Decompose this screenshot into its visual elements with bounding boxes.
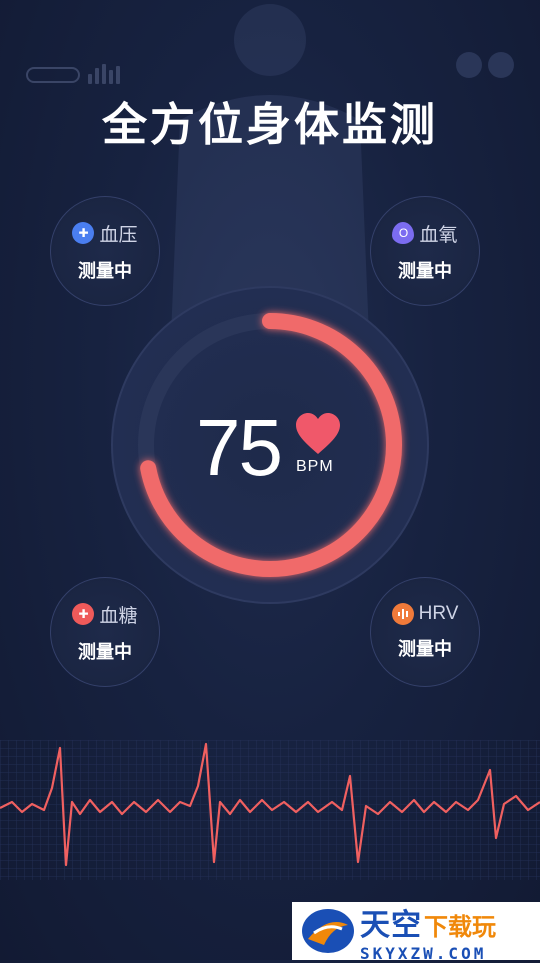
metric-label: 血氧	[419, 224, 458, 246]
metric-label: 血压	[99, 224, 138, 246]
decorative-pill	[26, 67, 80, 83]
ecg-waveform	[0, 740, 540, 880]
page-title: 全方位身体监测	[101, 99, 438, 150]
metric-status: 测量中	[398, 260, 452, 281]
heart-rate-unit: BPM	[296, 458, 334, 475]
metric-status: 测量中	[398, 639, 452, 659]
blood-pressure-icon: ✚	[72, 222, 95, 244]
decorative-dot	[488, 52, 514, 78]
signal-bars-icon	[88, 64, 120, 84]
watermark-logo-icon	[302, 909, 354, 953]
metric-label: HRV	[418, 603, 459, 624]
metric-status: 测量中	[78, 641, 132, 662]
blood-oxygen-icon: O	[392, 222, 415, 244]
metric-status: 测量中	[78, 260, 132, 281]
watermark-badge: 天空 下载玩 SKYXZW.COM	[292, 902, 540, 963]
ecg-grid	[0, 740, 540, 880]
blood-sugar-icon: ✚	[72, 603, 95, 625]
hrv-icon	[391, 603, 414, 625]
watermark-title: 天空	[360, 908, 422, 942]
watermark-title-2: 下载玩	[424, 913, 496, 941]
heart-icon	[296, 413, 340, 454]
decorative-dot	[456, 52, 482, 78]
heart-rate-value: 75	[196, 403, 283, 492]
